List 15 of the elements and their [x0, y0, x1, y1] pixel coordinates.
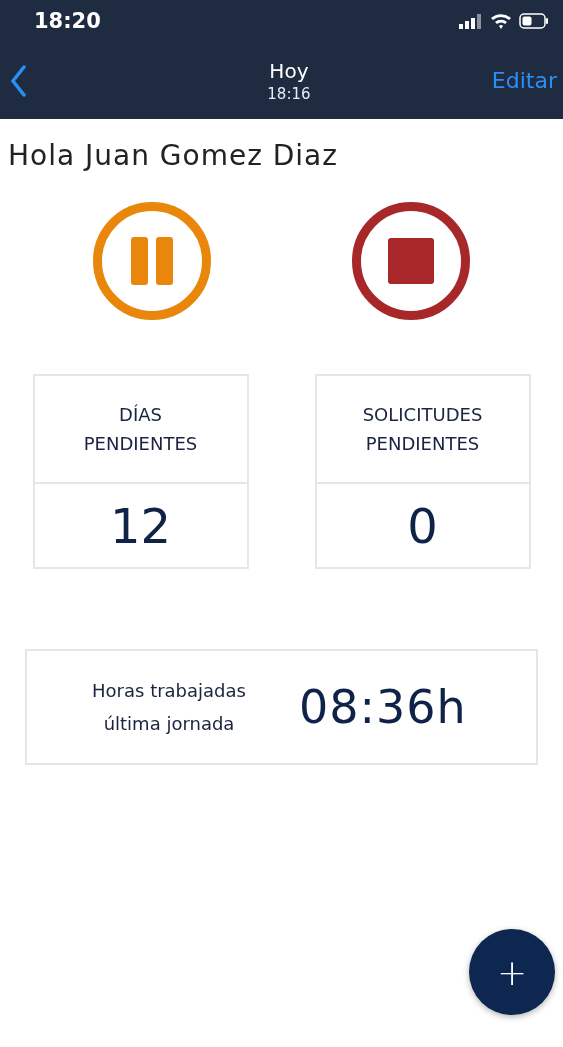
stat-value: 0: [406, 496, 439, 556]
signal-icon: [459, 13, 483, 29]
stat-label: DÍAS PENDIENTES: [82, 403, 199, 456]
edit-button[interactable]: Editar: [491, 68, 557, 93]
add-button[interactable]: +: [469, 929, 555, 1015]
hours-label: Horas trabajadas última jornada: [91, 679, 247, 736]
battery-icon: [519, 13, 549, 29]
stat-label: SOLICITUDES PENDIENTES: [361, 403, 484, 456]
stat-value: 12: [108, 496, 173, 556]
greeting: Hola Juan Gomez Diaz: [8, 139, 338, 172]
nav-subtitle: 18:16: [267, 84, 311, 103]
hours-value: 08:36h: [299, 680, 467, 734]
status-time: 18:20: [34, 9, 101, 33]
wifi-icon: [490, 13, 512, 29]
nav-title: Hoy: [269, 58, 309, 83]
